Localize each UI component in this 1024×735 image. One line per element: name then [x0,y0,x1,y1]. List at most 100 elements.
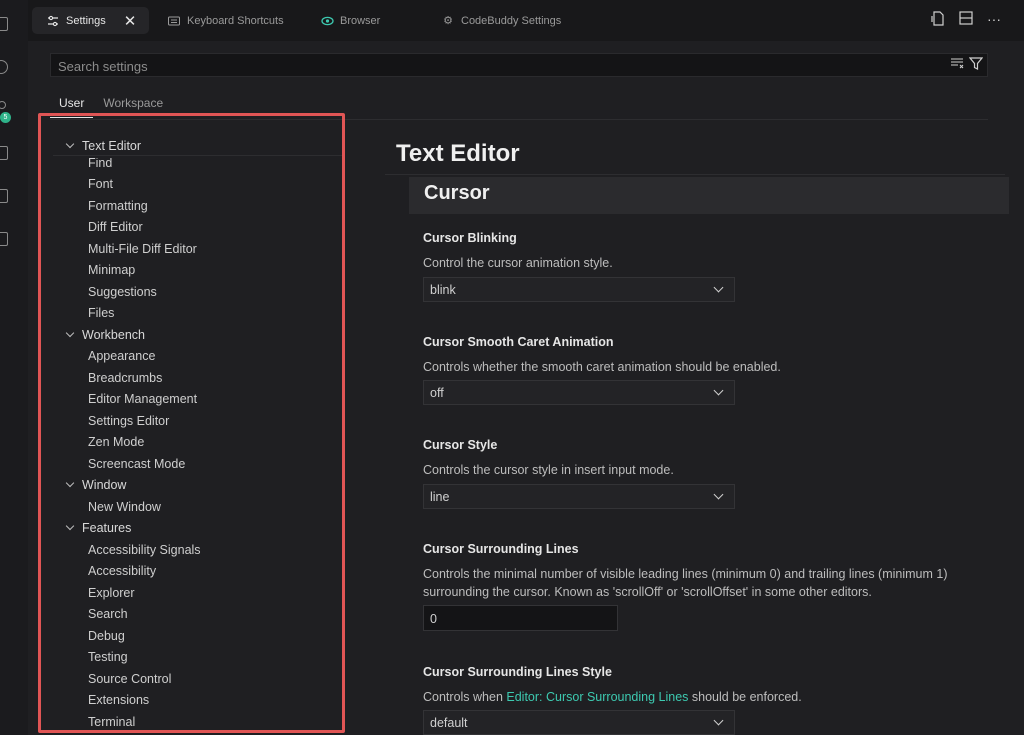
toc-label: Window [82,478,127,492]
toc-item[interactable]: Accessibility [88,561,156,581]
gear-icon: ⚙ [443,15,453,27]
setting-link[interactable]: Editor: Cursor Surrounding Lines [506,690,688,704]
cursor-smooth-caret-select[interactable]: off [423,380,735,405]
close-icon[interactable]: ✕ [124,12,137,30]
toc-item[interactable]: Diff Editor [88,217,143,237]
setting-title: Cursor Style [423,438,498,452]
toc-label: Find [88,158,113,168]
page-title: Text Editor [396,140,520,167]
toc-category[interactable]: Text Editor [65,136,141,156]
toc-item[interactable]: Multi-File Diff Editor [88,239,197,259]
toc-item[interactable]: Accessibility Signals [88,540,201,560]
remote-icon[interactable] [0,189,8,203]
eye-icon [320,14,334,28]
input-value: 0 [430,612,437,626]
toc-item[interactable]: Formatting [88,196,148,216]
chevron-down-icon [65,328,75,338]
toc-item[interactable]: New Window [88,497,161,517]
keyboard-icon [167,14,181,28]
toc-label: Extensions [88,693,150,707]
search-placeholder: Search settings [58,59,148,74]
chevron-down-icon [65,139,75,149]
toc-item[interactable]: Search [88,604,128,624]
tab-settings[interactable]: Settings ✕ [32,7,149,34]
setting-title: Cursor Surrounding Lines [423,542,579,556]
setting-cursor-blinking: Cursor Blinking Control the cursor anima… [423,231,1003,272]
explorer-icon[interactable] [0,17,8,31]
chevron-down-icon [65,521,75,531]
toc-item[interactable]: Terminal [88,712,135,730]
cursor-surrounding-lines-input[interactable]: 0 [423,605,618,631]
toc-item[interactable]: Minimap [88,260,135,280]
toc-item[interactable]: Testing [88,647,128,667]
toc-item[interactable]: Suggestions [88,282,157,302]
filter-icon[interactable] [968,57,984,73]
clear-filter-icon[interactable] [950,57,964,73]
toc-item[interactable]: Source Control [88,669,171,689]
toc-label: Screencast Mode [88,457,186,471]
more-actions-icon[interactable]: ··· [986,11,1002,27]
setting-description: Controls when Editor: Cursor Surrounding… [423,688,1003,706]
search-input[interactable]: Search settings [50,53,988,77]
toc-label: Minimap [88,263,136,277]
toc-category[interactable]: Window [65,475,127,495]
chevron-down-icon [713,282,724,293]
setting-cursor-surrounding-lines: Cursor Surrounding Lines Controls the mi… [423,542,973,601]
open-settings-json-icon[interactable] [930,11,946,27]
toc-label: Workbench [82,328,145,342]
cursor-blinking-select[interactable]: blink [423,277,735,302]
search-icon[interactable] [0,60,8,74]
extensions-icon[interactable] [0,232,8,246]
toc-item[interactable]: Zen Mode [88,432,144,452]
toc-label: Suggestions [88,285,157,299]
toc-item[interactable]: Editor Management [88,389,197,409]
settings-sliders-icon [46,14,60,28]
toc-item[interactable]: Settings Editor [88,411,169,431]
chevron-down-icon [713,715,724,726]
toc-item[interactable]: Files [88,303,114,323]
divider [385,174,1005,175]
tab-browser[interactable]: Browser [320,7,380,34]
setting-title: Cursor Surrounding Lines Style [423,665,612,679]
toc-label: Explorer [88,586,135,600]
split-editor-icon[interactable] [958,11,974,27]
setting-title: Cursor Blinking [423,231,517,245]
setting-cursor-style: Cursor Style Controls the cursor style i… [423,438,1003,479]
setting-title: Cursor Smooth Caret Animation [423,335,614,349]
toc-item[interactable]: Explorer [88,583,135,603]
section-header: Cursor [409,177,1009,214]
source-control-badge: 5 [0,112,11,123]
select-value: blink [430,283,456,297]
toc-label: Appearance [88,349,156,363]
setting-description: Control the cursor animation style. [423,256,613,270]
toc-item[interactable]: Breadcrumbs [88,368,162,388]
run-debug-icon[interactable] [0,146,8,160]
settings-list: Text Editor Cursor Cursor Blinking Contr… [385,126,1024,735]
toc-label: Breadcrumbs [88,371,163,385]
toc-category[interactable]: Features [65,518,131,538]
tab-codebuddy-settings[interactable]: ⚙ CodeBuddy Settings [441,7,561,34]
toc-item[interactable]: Find [88,158,112,168]
toc-label: Zen Mode [88,435,145,449]
cursor-style-select[interactable]: line [423,484,735,509]
editor-actions: ··· [930,11,1002,27]
toc-category[interactable]: Workbench [65,325,145,345]
description-text: should be enforced. [688,690,802,704]
toc-scrollbar[interactable] [343,168,345,568]
toc-item[interactable]: Font [88,174,113,194]
cursor-surrounding-lines-style-select[interactable]: default [423,710,735,735]
toc-label: Accessibility Signals [88,543,201,557]
toc-item[interactable]: Extensions [88,690,149,710]
toc-label: Settings Editor [88,414,170,428]
toc-label: Files [88,306,115,320]
source-control-icon[interactable] [0,101,6,109]
select-value: default [430,716,468,730]
chevron-down-icon [713,385,724,396]
tab-keyboard-shortcuts[interactable]: Keyboard Shortcuts [167,7,284,34]
select-value: off [430,386,444,400]
toc-label: Accessibility [88,564,157,578]
toc-item[interactable]: Appearance [88,346,155,366]
setting-description: Controls the minimal number of visible l… [423,567,948,599]
toc-item[interactable]: Screencast Mode [88,454,185,474]
toc-item[interactable]: Debug [88,626,125,646]
